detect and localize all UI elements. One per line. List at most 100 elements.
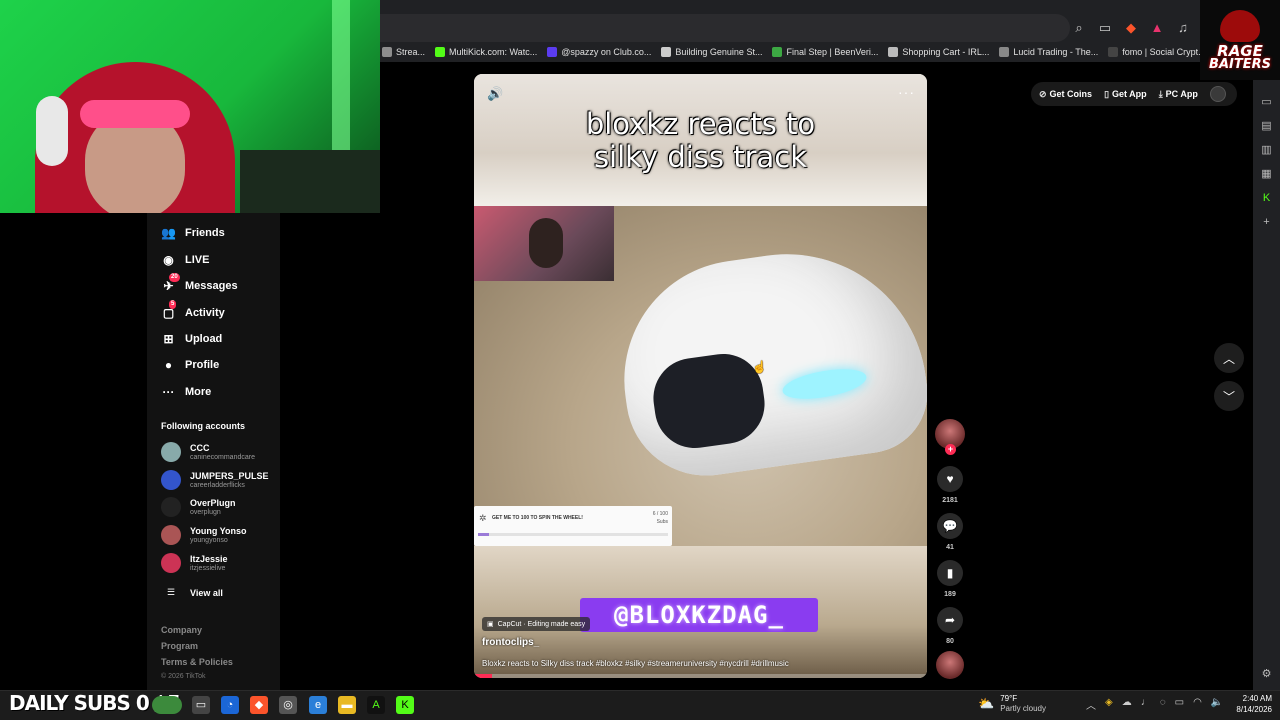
zoom-icon[interactable]: ⌕ — [1072, 20, 1086, 36]
taskbar-game-icon[interactable] — [152, 696, 182, 714]
bookmark-item[interactable]: Shopping Cart - IRL... — [888, 47, 989, 57]
taskbar-clock[interactable]: 2:40 AM 8/14/2026 — [1222, 693, 1272, 715]
more-icon: ··· — [162, 385, 175, 399]
sidebar-item-live[interactable]: ◉ LIVE — [161, 251, 209, 269]
sidebar-item-activity[interactable]: ▢ 5 Activity — [161, 299, 225, 322]
following-account[interactable]: ItzJessie itzjessielive — [161, 553, 228, 573]
avatar — [161, 470, 181, 490]
phone-icon: ▯ — [1104, 88, 1110, 99]
following-account[interactable]: JUMPERS_PULSE careerladderflicks — [161, 470, 269, 490]
next-video-button[interactable]: ﹀ — [1214, 381, 1244, 411]
skull-icon — [1220, 9, 1260, 42]
sidebar-item-label: Messages — [185, 280, 238, 292]
bookmark-item[interactable]: MultiKick.com: Watc... — [435, 47, 537, 57]
bookmark-item[interactable]: Strea... — [382, 47, 425, 57]
get-app-button[interactable]: ▯ Get App — [1104, 89, 1147, 100]
footer-link[interactable]: Company — [161, 625, 202, 635]
video-caption: Bloxkz reacts to Silky diss track #bloxk… — [482, 659, 789, 668]
previous-video-button[interactable]: ︿ — [1214, 343, 1244, 373]
following-account[interactable]: CCC caninecommandcare — [161, 442, 255, 462]
pc-app-button[interactable]: ⤓ PC App — [1159, 89, 1198, 100]
video-author[interactable]: frontoclips_ — [482, 637, 539, 648]
tray-network-icon[interactable]: ◌ — [1160, 697, 1166, 712]
video-player[interactable]: 🔊 ··· bloxkz reacts to silky diss track … — [474, 74, 927, 678]
sidebar-item-profile[interactable]: ● Profile — [161, 356, 219, 374]
cast-icon[interactable]: ▭ — [1098, 20, 1112, 36]
comment-button[interactable]: 💬 — [937, 513, 963, 539]
sidebar-item-upload[interactable]: ⊞ Upload — [161, 330, 222, 348]
sidebar-add-icon[interactable]: + — [1260, 216, 1273, 229]
sidebar-kick-icon[interactable]: K — [1260, 192, 1273, 205]
friends-icon: 👥 — [161, 226, 176, 240]
following-account[interactable]: OverPlugn overplugn — [161, 497, 236, 517]
media-icon[interactable]: ♫ — [1176, 20, 1190, 36]
video-frame: ✲ GET ME TO 100 TO SPIN THE WHEEL! 6 / 1… — [474, 206, 927, 546]
footer-link[interactable]: Terms & Policies — [161, 657, 233, 667]
music-disc[interactable] — [936, 651, 964, 679]
messages-icon: ✈ 20 — [163, 272, 180, 293]
tray-mic-icon[interactable]: ♩ — [1141, 697, 1151, 712]
taskbar-edge-icon[interactable]: e — [309, 696, 327, 714]
sub-goal-unit: Subs — [656, 519, 668, 525]
tray-wifi-icon[interactable]: ◠ — [1193, 697, 1202, 712]
user-avatar[interactable] — [1209, 86, 1226, 102]
bookmark-item[interactable]: Building Genuine St... — [661, 47, 762, 57]
follow-plus-icon[interactable]: + — [945, 444, 956, 455]
sidebar-item-messages[interactable]: ✈ 20 Messages — [161, 272, 238, 295]
like-button[interactable]: ♥ — [937, 466, 963, 492]
following-account[interactable]: Young Yonso youngyonso — [161, 525, 247, 545]
toolbar-icons: ⌕ ▭ ◆ ▲ ♫ — [1072, 20, 1190, 36]
profile-icon: ● — [164, 358, 173, 372]
rewards-icon[interactable]: ▲ — [1150, 20, 1164, 36]
sidebar-settings-icon[interactable]: ⚙ — [1260, 668, 1273, 681]
bookmark-favicon-icon — [661, 47, 672, 57]
bookmarks-bar: Strea... MultiKick.com: Watc... @spazzy on… — [380, 42, 1200, 62]
sub-goal-fill — [478, 533, 490, 536]
bookmark-item[interactable]: @spazzy on Club.co... — [547, 47, 651, 57]
tray-display-icon[interactable]: ▭ — [1175, 697, 1184, 712]
tray-cloud-icon[interactable]: ☁ — [1122, 697, 1132, 712]
browser-sidebar: ▭ ▤ ▥ ▦ K + ⚙ — [1253, 80, 1280, 690]
weather-widget[interactable]: ⛅ 79°F Partly cloudy — [978, 694, 1046, 714]
logo-line1: RAGE — [1217, 41, 1263, 60]
bookmark-item[interactable]: Lucid Trading - The... — [999, 47, 1098, 57]
taskbar-chrome-icon[interactable]: ◎ — [279, 696, 297, 714]
sidebar-bookmarks-icon[interactable]: ▥ — [1260, 144, 1273, 157]
notification-badge: 20 — [169, 272, 180, 282]
save-button[interactable]: ▮ — [937, 560, 963, 586]
taskbar-monitor-icon[interactable]: ▭ — [192, 696, 210, 714]
more-options-icon[interactable]: ··· — [898, 84, 915, 100]
capcut-tag[interactable]: ▣ CapCut · Editing made easy — [482, 617, 591, 631]
taskbar-app-icon[interactable]: ◔ — [221, 696, 239, 714]
capcut-label: CapCut · Editing made easy — [497, 620, 586, 628]
chair — [240, 150, 380, 213]
sidebar-reading-icon[interactable]: ▦ — [1260, 168, 1273, 181]
volume-icon[interactable]: 🔊 — [487, 86, 503, 102]
avatar — [161, 553, 181, 573]
get-coins-button[interactable]: ⊘ Get Coins — [1039, 89, 1092, 100]
bookmark-item[interactable]: fomo | Social Crypt... — [1108, 47, 1200, 57]
brave-shield-icon[interactable]: ◆ — [1124, 20, 1138, 36]
sidebar-tv-icon[interactable]: ▭ — [1260, 96, 1273, 109]
address-bar[interactable] — [380, 14, 1070, 42]
bookmark-label: Strea... — [396, 47, 426, 57]
playback-progress[interactable] — [474, 674, 927, 678]
sidebar-item-more[interactable]: ··· More — [161, 383, 212, 401]
view-all-link[interactable]: ☰ View all — [161, 587, 223, 598]
sidebar-item-label: LIVE — [185, 254, 210, 266]
taskbar-folder-icon[interactable]: ▬ — [338, 696, 356, 714]
sub-goal-card: ✲ GET ME TO 100 TO SPIN THE WHEEL! 6 / 1… — [474, 506, 672, 546]
sidebar-item-friends[interactable]: 👥 Friends — [161, 224, 225, 242]
like-count: 2181 — [942, 497, 958, 504]
taskbar-terminal-icon[interactable]: A — [367, 696, 385, 714]
taskbar-brave-icon[interactable]: ◆ — [250, 696, 268, 714]
tray-shield-icon[interactable]: ◈ — [1105, 697, 1113, 712]
sub-goal-count: 6 / 100 Subs — [653, 510, 668, 526]
footer-link[interactable]: Program — [161, 641, 198, 651]
sidebar-wallet-icon[interactable]: ▤ — [1260, 120, 1273, 133]
avatar — [161, 525, 181, 545]
tray-expand-icon[interactable]: ︿ — [1086, 697, 1096, 712]
share-button[interactable]: ➦ — [937, 607, 963, 633]
bookmark-item[interactable]: Final Step | BeenVeri... — [772, 47, 878, 57]
taskbar-kick-icon[interactable]: K — [396, 696, 414, 714]
